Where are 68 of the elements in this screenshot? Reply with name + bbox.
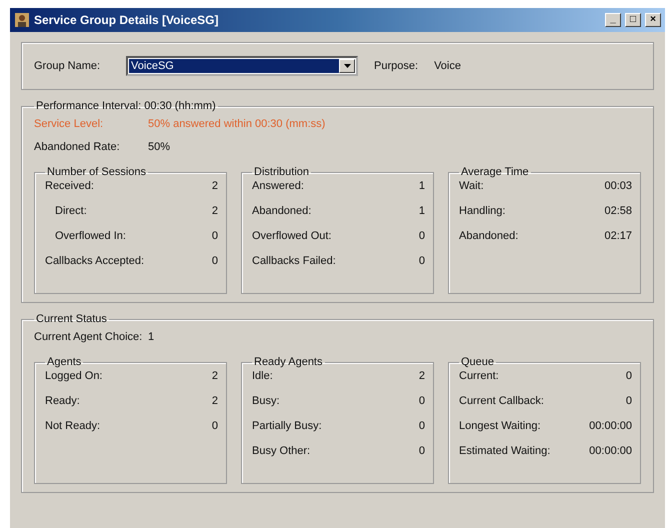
- stat-label: Answered:: [252, 180, 304, 192]
- stat-value: 0: [418, 420, 425, 432]
- stat-label: Callbacks Failed:: [252, 255, 336, 267]
- stat-label: Wait:: [459, 180, 484, 192]
- stat-value: 02:58: [604, 205, 632, 217]
- field-label: Purpose:: [374, 60, 418, 72]
- stat-label: Ready:: [45, 395, 80, 407]
- stat-label: Overflowed Out:: [252, 230, 332, 242]
- group-title: Queue: [460, 356, 496, 368]
- stat-label: Callbacks Accepted:: [45, 255, 144, 267]
- window-title: Service Group Details [VoiceSG]: [34, 13, 220, 27]
- field-label: Current Agent Choice:: [34, 331, 144, 343]
- stat-label: Handling:: [459, 205, 506, 217]
- field-label: Group Name:: [34, 60, 100, 72]
- stat-label: Busy Other:: [252, 445, 310, 457]
- field-label: Service Level:: [34, 118, 104, 130]
- stat-value: 0: [418, 230, 425, 242]
- stat-value: 2: [212, 205, 218, 217]
- stat-value: 0: [212, 230, 218, 242]
- stat-value: 0: [418, 255, 425, 267]
- stat-value: 00:00:00: [589, 420, 632, 432]
- stat-value: 02:17: [604, 230, 632, 242]
- minimize-button[interactable]: _: [605, 13, 621, 27]
- stat-value: 0: [212, 420, 218, 432]
- group-title: Number of Sessions: [46, 166, 148, 178]
- stat-value: 2: [212, 395, 218, 407]
- group-name-dropdown[interactable]: VoiceSG: [126, 56, 358, 76]
- close-button[interactable]: ×: [645, 13, 661, 27]
- stat-label: Logged On:: [45, 370, 102, 382]
- stat-label: Partially Busy:: [252, 420, 322, 432]
- app-icon: [14, 12, 30, 28]
- group-title: Ready Agents: [253, 356, 324, 368]
- stat-value: 0: [626, 395, 632, 407]
- group-title: Performance Interval: 00:30 (hh:mm): [35, 100, 217, 112]
- stat-label: Estimated Waiting:: [459, 445, 550, 457]
- stat-label: Current Callback:: [459, 395, 544, 407]
- stat-label: Longest Waiting:: [459, 420, 541, 432]
- stat-label: Not Ready:: [45, 420, 100, 432]
- stat-value: 2: [418, 370, 425, 382]
- stat-value: 1: [418, 180, 425, 192]
- stat-value: 2: [212, 370, 218, 382]
- stat-value: 0: [418, 445, 425, 457]
- maximize-button[interactable]: □: [625, 13, 641, 27]
- stat-value: 0: [418, 395, 425, 407]
- stat-label: Busy:: [252, 395, 280, 407]
- stat-value: 2: [212, 180, 218, 192]
- stat-label: Abandoned:: [459, 230, 518, 242]
- stat-label: Direct:: [55, 205, 87, 217]
- field-value: 1: [148, 331, 156, 343]
- stat-label: Overflowed In:: [55, 230, 126, 242]
- stat-label: Abandoned:: [252, 205, 312, 217]
- field-label: Abandoned Rate:: [34, 141, 121, 153]
- caret-icon[interactable]: [339, 59, 356, 73]
- stat-value: 00:00:00: [589, 445, 632, 457]
- group-title: Average Time: [460, 166, 530, 178]
- stat-label: Idle:: [252, 370, 273, 382]
- stat-label: Current:: [459, 370, 499, 382]
- stat-value: 00:03: [604, 180, 632, 192]
- stat-label: Received:: [45, 180, 94, 192]
- field-value: 50% answered within 00:30 (mm:ss): [148, 118, 326, 130]
- stat-value: 1: [418, 205, 425, 217]
- group-title: Distribution: [253, 166, 310, 178]
- field-value: 50%: [148, 141, 172, 153]
- stat-value: 0: [212, 255, 218, 267]
- group-title: Current Status: [35, 313, 108, 325]
- stat-value: 0: [626, 370, 632, 382]
- field-value: Voice: [434, 60, 461, 72]
- group-title: Agents: [46, 356, 82, 368]
